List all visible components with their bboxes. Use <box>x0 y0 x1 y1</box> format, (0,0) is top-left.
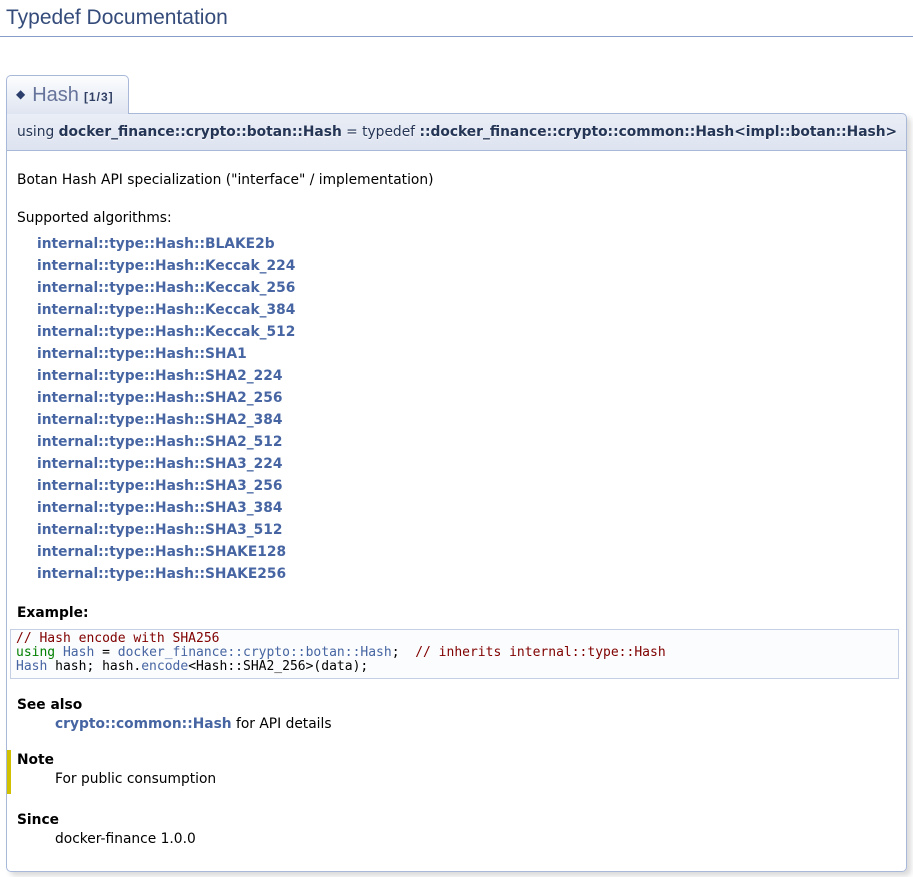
code-comment: // Hash encode with SHA256 <box>16 631 220 646</box>
code-link-hash[interactable]: Hash <box>16 659 47 674</box>
member-overload-counter: [1/3] <box>84 90 114 104</box>
algorithm-link[interactable]: internal::type::Hash::BLAKE2b <box>37 233 275 255</box>
algorithm-link[interactable]: internal::type::Hash::SHA1 <box>37 343 247 365</box>
algorithm-link[interactable]: internal::type::Hash::SHA2_512 <box>37 431 282 453</box>
note-text: For public consumption <box>55 771 896 787</box>
code-line: using Hash = docker_finance::crypto::bot… <box>16 646 894 660</box>
note-section: Note For public consumption <box>7 750 896 794</box>
code-line: // Hash encode with SHA256 <box>16 632 894 646</box>
proto-using-keyword: using <box>17 124 59 140</box>
algorithm-list: internal::type::Hash::BLAKE2binternal::t… <box>37 233 896 585</box>
page-title: Typedef Documentation <box>0 4 913 37</box>
code-plain: = <box>94 645 117 660</box>
algorithm-link[interactable]: internal::type::Hash::Keccak_512 <box>37 321 295 343</box>
algorithm-link[interactable]: internal::type::Hash::SHA2_384 <box>37 409 282 431</box>
typedef-member-hash: ◆Hash[1/3] using docker_finance::crypto:… <box>6 75 907 872</box>
code-link-hash[interactable]: Hash <box>63 645 94 660</box>
supported-algorithms-label: Supported algorithms: <box>17 210 896 226</box>
algorithm-link[interactable]: internal::type::Hash::SHAKE128 <box>37 541 286 563</box>
code-plain: ; <box>392 645 415 660</box>
proto-typedef-name: docker_finance::crypto::botan::Hash <box>59 124 342 140</box>
anchor-diamond-icon[interactable]: ◆ <box>16 87 25 101</box>
see-also-section: See also crypto::common::Hash for API de… <box>17 697 896 732</box>
note-label: Note <box>17 752 896 768</box>
algorithm-link[interactable]: internal::type::Hash::SHA3_384 <box>37 497 282 519</box>
algorithm-link[interactable]: internal::type::Hash::Keccak_256 <box>37 277 295 299</box>
content-area: Typedef Documentation ◆ Hash [1/3] using d… <box>0 4 913 872</box>
code-example-block: // Hash encode with SHA256 using Hash = … <box>10 629 899 679</box>
code-keyword: using <box>16 645 55 660</box>
code-link-botan-hash[interactable]: docker_finance::crypto::botan::Hash <box>118 645 392 660</box>
code-plain <box>55 645 63 660</box>
algorithm-link[interactable]: internal::type::Hash::SHA3_224 <box>37 453 282 475</box>
since-label: Since <box>17 812 896 828</box>
code-plain: hash; hash. <box>47 659 141 674</box>
algorithm-link[interactable]: internal::type::Hash::SHA3_512 <box>37 519 282 541</box>
since-text: docker-finance 1.0.0 <box>55 831 896 847</box>
see-also-text: for API details <box>232 716 332 732</box>
see-also-label: See also <box>17 697 896 713</box>
member-brief-text: Botan Hash API specialization ("interfac… <box>17 172 896 188</box>
member-tab: ◆ Hash [1/3] <box>6 75 129 114</box>
algorithm-link[interactable]: internal::type::Hash::SHA3_256 <box>37 475 282 497</box>
code-link-encode[interactable]: encode <box>141 659 188 674</box>
algorithm-link[interactable]: internal::type::Hash::Keccak_384 <box>37 299 295 321</box>
since-section: Since docker-finance 1.0.0 <box>17 812 896 847</box>
algorithm-link[interactable]: internal::type::Hash::Keccak_224 <box>37 255 295 277</box>
proto-equals-typedef: = typedef <box>342 124 420 140</box>
member-title: Hash <box>32 84 79 106</box>
code-comment: // inherits internal::type::Hash <box>415 645 665 660</box>
see-also-content: crypto::common::Hash for API details <box>55 716 896 732</box>
member-prototype: using docker_finance::crypto::botan::Has… <box>6 113 907 151</box>
example-label: Example: <box>17 605 896 621</box>
algorithm-link[interactable]: internal::type::Hash::SHA2_256 <box>37 387 282 409</box>
algorithm-link[interactable]: internal::type::Hash::SHA2_224 <box>37 365 282 387</box>
member-item: using docker_finance::crypto::botan::Has… <box>6 113 907 872</box>
algorithm-link[interactable]: internal::type::Hash::SHAKE256 <box>37 563 286 585</box>
code-line: Hash hash; hash.encode<Hash::SHA2_256>(d… <box>16 660 894 674</box>
member-documentation: Botan Hash API specialization ("interfac… <box>6 151 907 872</box>
proto-target-type: ::docker_finance::crypto::common::Hash<i… <box>419 124 897 140</box>
code-plain: <Hash::SHA2_256>(data); <box>188 659 368 674</box>
see-also-link[interactable]: crypto::common::Hash <box>55 716 232 732</box>
